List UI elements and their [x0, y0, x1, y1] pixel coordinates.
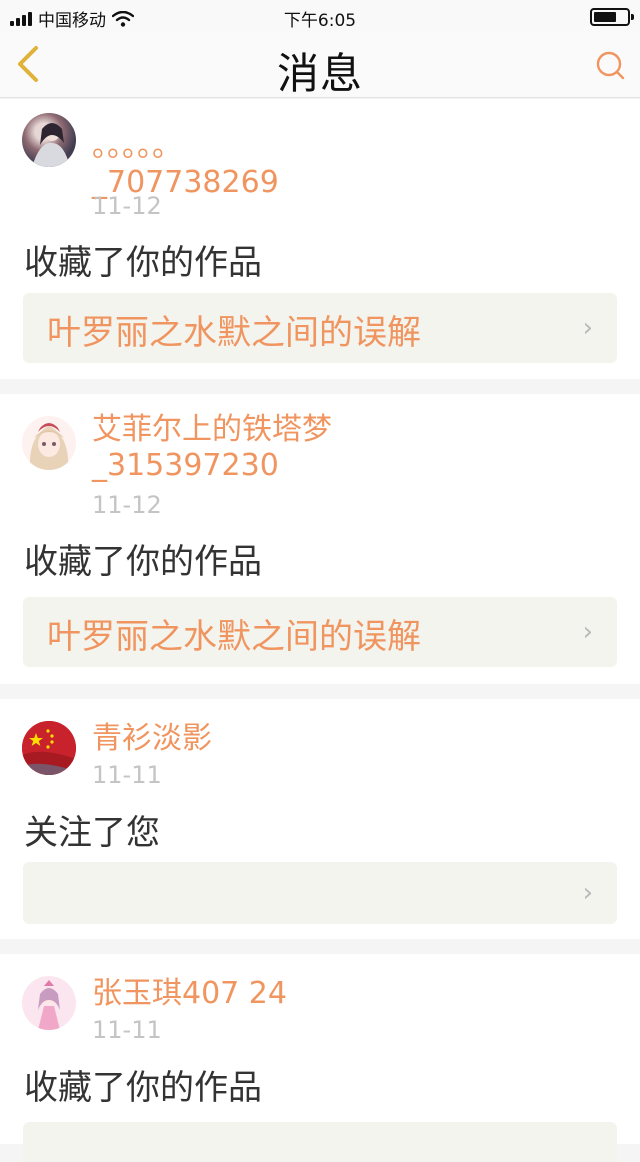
chevron-right-icon: › [582, 313, 593, 343]
work-link[interactable]: 叶罗丽之水默之间的误解 › [23, 293, 617, 363]
notification-action: 收藏了你的作品 [24, 542, 262, 582]
work-link[interactable]: › [23, 862, 617, 924]
avatar[interactable] [22, 416, 76, 470]
avatar[interactable] [22, 113, 76, 167]
page-title: 消息 [276, 49, 363, 98]
work-title: 叶罗丽之水默之间的误解 [47, 617, 421, 657]
work-link[interactable]: 叶罗丽之水默之间的误解 › [23, 597, 617, 667]
notification-item[interactable]: 张玉琪407 24 11-11 收藏了你的作品 [0, 954, 640, 1162]
chevron-right-icon: › [582, 878, 593, 908]
notification-date: 11-12 [92, 491, 162, 519]
avatar[interactable] [22, 976, 76, 1030]
username[interactable]: 。。。。。 _707738269 [92, 129, 279, 201]
notification-item[interactable]: 。。。。。 _707738269 11-12 收藏了你的作品 叶罗丽之水默之间的… [0, 99, 640, 379]
notification-date: 11-12 [92, 192, 162, 220]
notification-item[interactable]: 艾菲尔上的铁塔梦 _315397230 11-12 收藏了你的作品 叶罗丽之水默… [0, 394, 640, 684]
username[interactable]: 张玉琪407 24 [92, 976, 287, 1012]
notification-date: 11-11 [92, 761, 162, 789]
chevron-right-icon: › [582, 617, 593, 647]
notification-date: 11-11 [92, 1016, 162, 1044]
avatar[interactable] [22, 721, 76, 775]
notification-action: 收藏了你的作品 [24, 243, 262, 283]
search-icon[interactable] [594, 49, 626, 81]
battery-icon [590, 8, 634, 26]
work-title: 叶罗丽之水默之间的误解 [47, 313, 421, 353]
username[interactable]: 艾菲尔上的铁塔梦 _315397230 [92, 412, 332, 484]
notification-list: 。。。。。 _707738269 11-12 收藏了你的作品 叶罗丽之水默之间的… [0, 99, 640, 1162]
nav-bar: 消息 [0, 32, 640, 98]
status-time: 下午6:05 [283, 11, 357, 31]
status-bar: 中国移动 下午6:05 [0, 0, 640, 32]
notification-item[interactable]: 青衫淡影 11-11 关注了您 › [0, 699, 640, 939]
work-link[interactable] [23, 1122, 617, 1162]
notification-action: 关注了您 [24, 813, 160, 853]
notification-action: 收藏了你的作品 [24, 1068, 262, 1108]
username[interactable]: 青衫淡影 [92, 721, 212, 757]
